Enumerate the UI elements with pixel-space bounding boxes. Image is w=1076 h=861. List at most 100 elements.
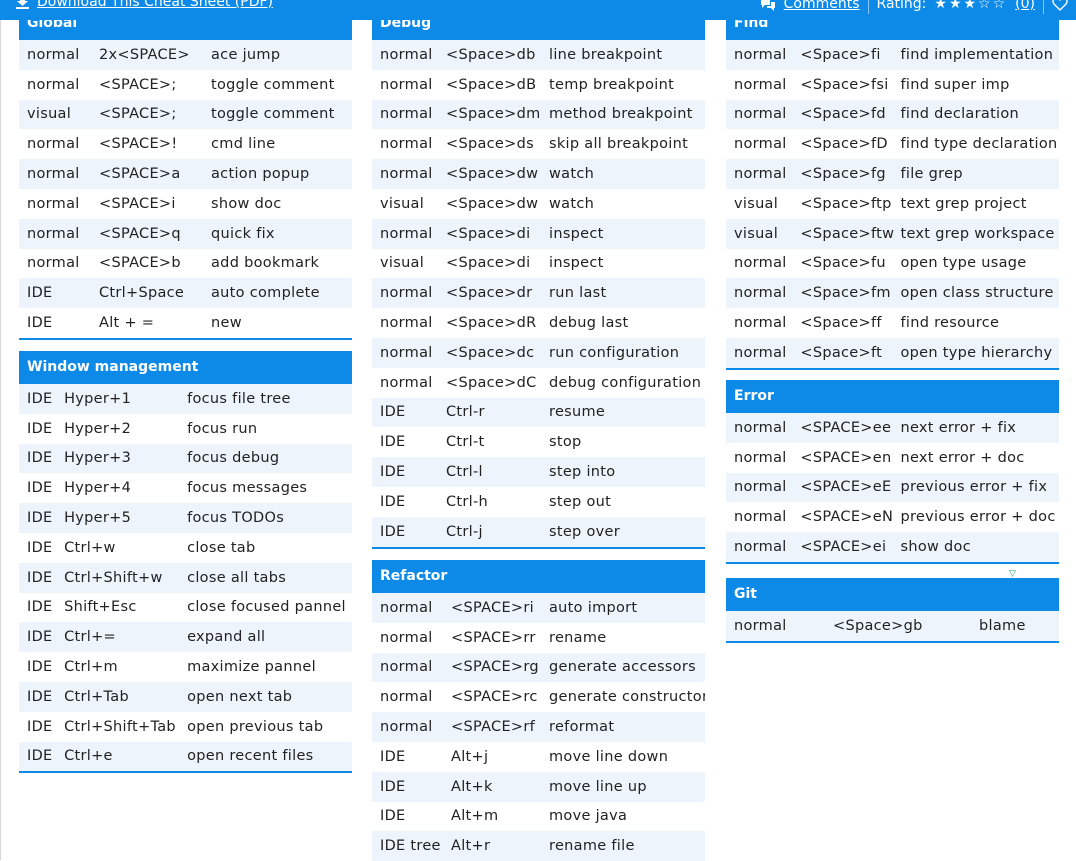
- action-cell: focus file tree: [187, 390, 291, 407]
- mode-cell: visual: [380, 255, 425, 272]
- shortcut-row: normal <SPACE>rc generate constructor: [372, 682, 705, 712]
- mode-cell: normal: [380, 689, 433, 706]
- shortcut-row: IDE Ctrl+= expand all: [19, 622, 352, 653]
- key-cell: <Space>fi: [800, 46, 881, 63]
- action-cell: skip all breakpoint: [549, 136, 689, 153]
- rating-label: Rating:: [876, 0, 927, 12]
- shortcut-row: IDE Hyper+1 focus file tree: [19, 384, 352, 414]
- mode-cell: IDE: [27, 569, 53, 586]
- section-title: Debug: [372, 20, 705, 40]
- key-cell: Ctrl+Tab: [64, 688, 129, 705]
- shortcut-row: IDE Ctrl+m maximize pannel: [19, 652, 352, 682]
- shortcut-row: normal <Space>dB temp breakpoint: [372, 70, 705, 100]
- mode-cell: IDE: [380, 808, 406, 825]
- mode-cell: IDE: [380, 778, 406, 795]
- action-cell: step over: [549, 523, 621, 540]
- shortcut-row: normal <Space>dr run last: [372, 278, 705, 309]
- key-cell: <Space>di: [446, 255, 531, 272]
- rating-stars[interactable]: ★★★☆☆: [934, 0, 1007, 12]
- action-cell: previous error + doc: [900, 509, 1056, 526]
- key-cell: <SPACE>rf: [451, 719, 536, 736]
- action-cell: open previous tab: [187, 718, 324, 735]
- shortcut-row: visual <Space>ftp text grep project: [726, 189, 1059, 219]
- action-cell: quick fix: [211, 225, 275, 242]
- action-cell: rename: [549, 629, 607, 646]
- comments-link[interactable]: Comments: [784, 0, 860, 12]
- mode-cell: normal: [380, 285, 433, 302]
- shortcut-row: normal <Space>ft open type hierarchy: [726, 337, 1059, 368]
- heart-icon[interactable]: [1052, 0, 1068, 11]
- action-cell: close tab: [187, 539, 256, 556]
- shortcut-row: visual <Space>ftw text grep workspace: [726, 218, 1059, 249]
- shortcut-row: normal <SPACE>ee next error + fix: [726, 413, 1059, 443]
- action-cell: cmd line: [211, 136, 276, 153]
- mode-cell: IDE: [380, 523, 406, 540]
- key-cell: <SPACE>ee: [800, 419, 892, 436]
- key-cell: <SPACE>i: [99, 195, 176, 212]
- action-cell: inspect: [549, 225, 604, 242]
- key-cell: <SPACE>;: [99, 76, 177, 93]
- action-cell: find super imp: [900, 76, 1010, 93]
- shortcut-row: IDE Ctrl+Space auto complete: [19, 278, 352, 309]
- key-cell: Ctrl-r: [446, 404, 485, 421]
- section-title: Git: [726, 578, 1059, 611]
- mode-cell: normal: [734, 136, 787, 153]
- rating-count[interactable]: (0): [1015, 0, 1035, 12]
- key-cell: Alt + =: [99, 315, 155, 332]
- section-title: Window management: [19, 351, 352, 384]
- mode-cell: normal: [27, 166, 80, 183]
- shortcut-row: normal <Space>gb blame: [726, 611, 1059, 641]
- section-title: Find: [726, 20, 1059, 40]
- key-cell: Alt+j: [451, 748, 489, 765]
- mode-cell: normal: [734, 315, 787, 332]
- action-cell: ace jump: [211, 46, 281, 63]
- mode-cell: normal: [734, 344, 787, 361]
- shortcut-row: IDE Ctrl-h step out: [372, 487, 705, 517]
- action-cell: auto complete: [211, 285, 320, 302]
- shortcut-row: normal <Space>ff find resource: [726, 308, 1059, 338]
- action-cell: open type usage: [900, 255, 1027, 272]
- mode-cell: IDE: [27, 599, 53, 616]
- mode-cell: normal: [380, 76, 433, 93]
- action-cell: focus debug: [187, 450, 280, 467]
- shortcut-row: normal <SPACE>rg generate accessors: [372, 652, 705, 683]
- shortcut-row: IDE Ctrl+e open recent files: [19, 741, 352, 772]
- shortcut-row: normal <Space>di inspect: [372, 218, 705, 249]
- key-cell: <Space>dR: [446, 315, 537, 332]
- shortcut-row: normal <SPACE>; toggle comment: [19, 70, 352, 100]
- key-cell: <Space>fd: [800, 106, 886, 123]
- key-cell: <SPACE>en: [800, 449, 892, 466]
- mode-cell: IDE: [27, 285, 53, 302]
- key-cell: <SPACE>;: [99, 106, 177, 123]
- mode-cell: IDE: [380, 493, 406, 510]
- key-cell: Ctrl+Shift+Tab: [64, 718, 176, 735]
- key-cell: <Space>ff: [800, 315, 882, 332]
- section-window-management: Window management IDE Hyper+1 focus file tr…: [19, 351, 352, 774]
- shortcut-row: normal <SPACE>i show doc: [19, 189, 352, 219]
- shortcut-table: IDE Hyper+1 focus file tree IDE Hyper+2 focus…: [19, 384, 352, 774]
- action-cell: toggle comment: [211, 76, 335, 93]
- action-cell: debug last: [549, 315, 629, 332]
- mode-cell: IDE: [27, 510, 53, 527]
- shortcut-row: visual <Space>di inspect: [372, 249, 705, 279]
- shortcut-row: visual <SPACE>; toggle comment: [19, 99, 352, 130]
- key-cell: Hyper+2: [64, 420, 132, 437]
- shortcut-row: normal <SPACE>rr rename: [372, 623, 705, 653]
- mode-cell: normal: [380, 106, 433, 123]
- action-cell: rename file: [549, 838, 635, 855]
- mode-cell: normal: [380, 659, 433, 676]
- key-cell: <Space>fm: [800, 285, 891, 302]
- key-cell: Ctrl-j: [446, 523, 483, 540]
- section-refactor: Refactor normal <SPACE>ri auto import normal…: [372, 560, 705, 861]
- key-cell: Ctrl-h: [446, 493, 489, 510]
- shortcut-row: normal <Space>dR debug last: [372, 308, 705, 338]
- page-border: [0, 20, 1, 860]
- shortcut-row: IDE tree Alt+r rename file: [372, 831, 705, 861]
- key-cell: Hyper+1: [64, 390, 132, 407]
- key-cell: <SPACE>q: [99, 225, 181, 242]
- download-link[interactable]: Download This Cheat Sheet (PDF): [16, 0, 273, 10]
- key-cell: Ctrl+Shift+w: [64, 569, 163, 586]
- mode-cell: normal: [27, 46, 80, 63]
- key-cell: Ctrl+Space: [99, 285, 185, 302]
- action-cell: line breakpoint: [549, 46, 663, 63]
